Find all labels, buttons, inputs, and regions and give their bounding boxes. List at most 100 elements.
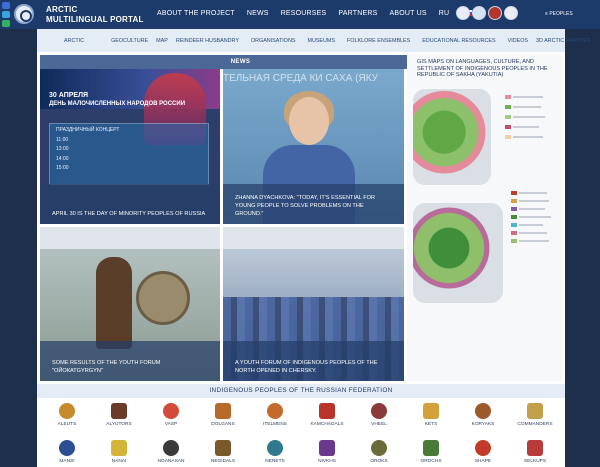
people-item-oroks[interactable]: OROKS [354,440,404,464]
peoples-grid: ALEUTS ALYUTORS VASP DOLGANS ITELMENS KAMCHAD… [37,398,565,467]
people-label: OROKS [370,459,388,464]
people-emblem-icon [215,440,231,456]
subnav-videos[interactable]: VIDEOS [508,38,528,44]
people-item-nanai[interactable]: NANAI [94,440,144,464]
people-item-aleuts[interactable]: ALEUTS [42,403,92,427]
people-item-commanders[interactable]: COMMANDERS [510,403,560,427]
people-label: NEGIDALS [210,459,236,464]
nav-about-us[interactable]: ABOUT US [389,10,426,17]
gis-title[interactable]: GIS MAPS ON LANGUAGES, CULTURE, AND SETT… [417,59,557,79]
people-item-mansi[interactable]: MANSI [42,440,92,464]
gis-map-settlement[interactable] [413,203,503,303]
legend-swatch [511,215,517,219]
news-caption-4[interactable]: A YOUTH FORUM OF INDIGENOUS PEOPLES OF T… [235,359,391,375]
people-emblem-icon [423,403,439,419]
news-caption-1[interactable]: APRIL 30 IS THE DAY OF MINORITY PEOPLES … [52,210,208,218]
portal-logo[interactable] [14,4,34,24]
schedule-line-2: 11:00 [56,136,69,143]
news-card-2[interactable]: ТЕЛЬНАЯ СРЕДА КИ САХА (ЯКУ ZHANNA DYACHK… [223,69,404,224]
nav-news[interactable]: NEWS [247,10,269,17]
partner-logo-4[interactable] [504,6,518,20]
people-item-vasp[interactable]: VASP [146,403,196,427]
people-emblem-icon [267,440,283,456]
people-emblem-icon [111,403,127,419]
schedule-line-3: 13:00 [56,146,69,152]
people-item-koryaks[interactable]: KORYAKS [458,403,508,427]
poster-schedule: ПРАЗДНИЧНЫЙ КОНЦЕРТ 11:00 13:00 14:00 15… [49,123,209,185]
peoples-heading: INDIGENOUS PEOPLES OF THE RUSSIAN FEDERA… [37,384,565,398]
people-emblem-icon [267,403,283,419]
gis-panel[interactable]: GIS MAPS ON LANGUAGES, CULTURE, AND SETT… [407,55,562,381]
partner-logo-3[interactable] [488,6,502,20]
subnav-arctic[interactable]: ARCTIC [64,38,84,44]
people-item-nganasan[interactable]: NGANASAN [146,440,196,464]
brand[interactable]: ARCTIC MULTILINGUAL PORTAL [46,5,144,25]
vk-icon[interactable] [2,2,10,9]
subnav-reindeer-husbandry[interactable]: REINDEER HUSBANDRY [176,38,239,44]
people-label: NENETS [265,459,285,464]
news-caption-3[interactable]: SOME RESULTS OF THE YOUTH FORUM "ОЙОКАТG… [52,359,208,375]
people-item-kets[interactable]: KETS [406,403,456,427]
news-card-4[interactable]: A YOUTH FORUM OF INDIGENOUS PEOPLES OF T… [223,227,404,381]
people-emblem-icon [527,403,543,419]
news-heading: NEWS [40,55,441,69]
people-item-nenets[interactable]: NENETS [250,440,300,464]
legend-line [519,200,549,202]
news-card-3[interactable]: SOME RESULTS OF THE YOUTH FORUM "ОЙОКАТG… [40,227,220,381]
people-emblem-icon [371,440,387,456]
brand-line1: ARCTIC [46,5,78,14]
partner-logo-2[interactable] [472,6,486,20]
nav-partners[interactable]: PARTNERS [338,10,377,17]
people-item-itelmens[interactable]: ITELMENS [250,403,300,427]
legend-line [513,126,539,128]
subnav-educational-resources[interactable]: EDUCATIONAL RESOURCES [422,38,495,44]
people-item-nivkhs[interactable]: NIVKHS [302,440,352,464]
people-emblem-icon [111,440,127,456]
people-emblem-icon [215,403,231,419]
legend-swatch [511,231,517,235]
person-face [289,97,329,145]
people-emblem-icon [423,440,439,456]
legend-line [513,106,541,108]
legend-swatch [505,95,511,99]
subnav-folklore-ensembles[interactable]: FOLKLORE ENSEMBLES [347,38,410,44]
caption-overlay [40,184,220,224]
nav-about-project[interactable]: ABOUT THE PROJECT [157,10,235,17]
legend-swatch [505,115,511,119]
whatsapp-icon[interactable] [2,20,10,27]
peoples-label: PEOPLES [549,11,573,17]
people-item-kamchadals[interactable]: KAMCHADALS [302,403,352,427]
top-bar: ARCTIC MULTILINGUAL PORTAL ABOUT THE PRO… [0,0,600,29]
gis-map-languages[interactable] [413,89,491,185]
top-nav: ABOUT THE PROJECT NEWS RESOURSES PARTNER… [157,10,484,17]
subnav-geoculture[interactable]: GEOCULTURE [111,38,148,44]
peoples-menu[interactable]: ≡ PEOPLES [545,11,573,17]
schedule-line-4: 14:00 [56,155,69,162]
news-caption-2[interactable]: ZHANNA DYACHKOVA: "TODAY, IT'S ESSENTIAL… [235,194,391,218]
telegram-icon[interactable] [2,11,10,18]
subnav-3d-arctic-rarities[interactable]: 3D ARCTIC RARITIES [536,38,591,44]
subnav-museums[interactable]: MUSEUMS [307,38,335,44]
schedule-line-1: ПРАЗДНИЧНЫЙ КОНЦЕРТ [56,127,120,133]
subnav-organisations[interactable]: ORGANISATIONS [251,38,296,44]
people-emblem-icon [59,440,75,456]
legend-swatch [505,135,511,139]
subnav-map[interactable]: MAP [156,38,168,44]
people-label: ITELMENS [263,422,287,427]
people-item-alyutors[interactable]: ALYUTORS [94,403,144,427]
window-band [40,227,220,249]
people-item-negidals[interactable]: NEGIDALS [198,440,248,464]
people-item-selkups[interactable]: SELKUPS [510,440,560,464]
people-label: NIVKHS [318,459,336,464]
people-label: SHAPE [474,459,492,464]
nav-resources[interactable]: RESOURSES [281,10,327,17]
partner-logo-1[interactable] [456,6,470,20]
people-label: VHEEL [371,422,387,427]
news-card-1[interactable]: 30 АПРЕЛЯ ДЕНЬ МАЛОЧИСЛЕННЫХ НАРОДОВ РОС… [40,69,220,224]
people-emblem-icon [319,440,335,456]
people-item-orochs[interactable]: OROCHS [406,440,456,464]
people-item-vheel[interactable]: VHEEL [354,403,404,427]
people-item-shape[interactable]: SHAPE [458,440,508,464]
legend-swatch [505,105,511,109]
people-item-dolgans[interactable]: DOLGANS [198,403,248,427]
